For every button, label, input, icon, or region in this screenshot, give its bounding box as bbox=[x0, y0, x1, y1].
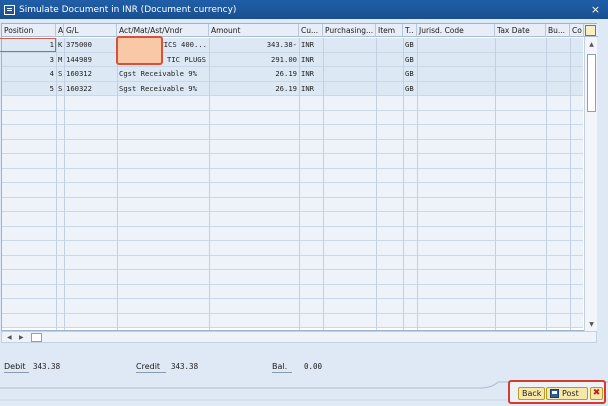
window-title: Simulate Document in INR (Document curre… bbox=[19, 4, 237, 15]
column-divider bbox=[546, 38, 547, 330]
column-header-currency[interactable]: Cu... bbox=[299, 24, 323, 37]
post-button[interactable]: Post bbox=[546, 387, 588, 400]
horizontal-scrollbar[interactable]: ◀ ▶ bbox=[1, 331, 597, 343]
scroll-down-icon[interactable]: ▼ bbox=[586, 319, 597, 330]
cell-position: 1 bbox=[49, 40, 54, 49]
close-icon[interactable]: × bbox=[589, 3, 602, 16]
cell-position: 4 bbox=[49, 69, 54, 78]
cell-a: S bbox=[58, 69, 63, 78]
cell-amount: 26.19 bbox=[275, 83, 297, 93]
column-divider bbox=[495, 38, 496, 330]
column-divider bbox=[403, 38, 404, 330]
column-header-a[interactable]: A bbox=[56, 24, 64, 37]
column-header-tax-date[interactable]: Tax Date bbox=[495, 24, 546, 37]
save-icon bbox=[550, 389, 559, 398]
debit-underline bbox=[4, 372, 29, 373]
credit-underline bbox=[136, 372, 166, 373]
cell-amount: 343.38- bbox=[266, 40, 297, 49]
cell-a: K bbox=[58, 40, 63, 49]
cell-tax-code: GB bbox=[405, 69, 414, 78]
column-header-gl[interactable]: G/L bbox=[64, 24, 117, 37]
cell-account: Cgst Receivable 9% bbox=[119, 69, 197, 78]
cell-gl: 160322 bbox=[66, 83, 92, 93]
table-header: Position A G/L Act/Mat/Ast/Vndr Amount C… bbox=[2, 24, 598, 37]
post-button-label: Post bbox=[562, 389, 579, 398]
cell-position: 3 bbox=[49, 54, 54, 64]
cancel-icon[interactable]: ✖ bbox=[590, 387, 603, 400]
scroll-right-icon[interactable]: ▶ bbox=[19, 332, 24, 343]
vertical-scrollbar[interactable]: ▲ ▼ bbox=[584, 37, 597, 333]
column-header-position[interactable]: Position bbox=[2, 24, 56, 37]
window-titlebar: Simulate Document in INR (Document curre… bbox=[0, 0, 608, 19]
cell-gl: 144989 bbox=[66, 54, 92, 64]
column-divider bbox=[323, 38, 324, 330]
cell-currency: INR bbox=[301, 83, 314, 93]
horizontal-scroll-thumb[interactable] bbox=[31, 333, 42, 342]
column-settings-icon[interactable] bbox=[585, 25, 596, 36]
cell-tax-code: GB bbox=[405, 40, 414, 49]
column-header-amount[interactable]: Amount bbox=[209, 24, 299, 37]
debit-label: Debit bbox=[4, 362, 26, 371]
scroll-left-icon[interactable]: ◀ bbox=[7, 332, 12, 343]
cell-currency: INR bbox=[301, 69, 314, 78]
redacted-region bbox=[116, 36, 163, 65]
column-header-purchasing[interactable]: Purchasing... bbox=[323, 24, 376, 37]
credit-value: 343.38 bbox=[171, 362, 199, 371]
column-header-tax-code[interactable]: T.. bbox=[403, 24, 417, 37]
balance-label: Bal. bbox=[272, 362, 288, 371]
cell-a: M bbox=[58, 54, 63, 64]
document-table: Position A G/L Act/Mat/Ast/Vndr Amount C… bbox=[1, 23, 598, 333]
column-header-co[interactable]: Co bbox=[570, 24, 584, 37]
cell-amount: 291.00 bbox=[271, 54, 297, 64]
table-body: 1 K 375000 TICS 400... 343.38- INR GB 3 … bbox=[2, 38, 583, 330]
column-header-item[interactable]: Item bbox=[376, 24, 403, 37]
column-divider bbox=[376, 38, 377, 330]
balance-value: 0.00 bbox=[304, 362, 323, 371]
credit-label: Credit bbox=[136, 362, 161, 371]
column-divider bbox=[56, 38, 57, 330]
column-divider bbox=[570, 38, 571, 330]
column-header-business[interactable]: Bu... bbox=[546, 24, 570, 37]
column-divider bbox=[209, 38, 210, 330]
cell-currency: INR bbox=[301, 54, 314, 64]
action-button-bar: Back Post ✖ bbox=[508, 380, 606, 404]
column-divider bbox=[64, 38, 65, 330]
column-divider bbox=[299, 38, 300, 330]
cell-position: 5 bbox=[49, 83, 54, 93]
vertical-scroll-thumb[interactable] bbox=[587, 54, 596, 112]
cell-tax-code: GB bbox=[405, 54, 414, 64]
column-header-jurisdiction[interactable]: Jurisd. Code bbox=[417, 24, 495, 37]
back-button[interactable]: Back bbox=[518, 387, 546, 400]
document-icon bbox=[4, 4, 15, 15]
debit-value: 343.38 bbox=[33, 362, 61, 371]
balance-underline bbox=[272, 372, 292, 373]
cell-gl: 160312 bbox=[66, 69, 92, 78]
cell-account: Sgst Receivable 9% bbox=[119, 83, 197, 93]
cell-amount: 26.19 bbox=[275, 69, 297, 78]
column-divider bbox=[417, 38, 418, 330]
scroll-up-icon[interactable]: ▲ bbox=[586, 39, 597, 50]
column-divider bbox=[117, 38, 118, 330]
cell-currency: INR bbox=[301, 40, 314, 49]
cell-gl: 375000 bbox=[66, 40, 92, 49]
cell-tax-code: GB bbox=[405, 83, 414, 93]
cell-a: S bbox=[58, 83, 63, 93]
